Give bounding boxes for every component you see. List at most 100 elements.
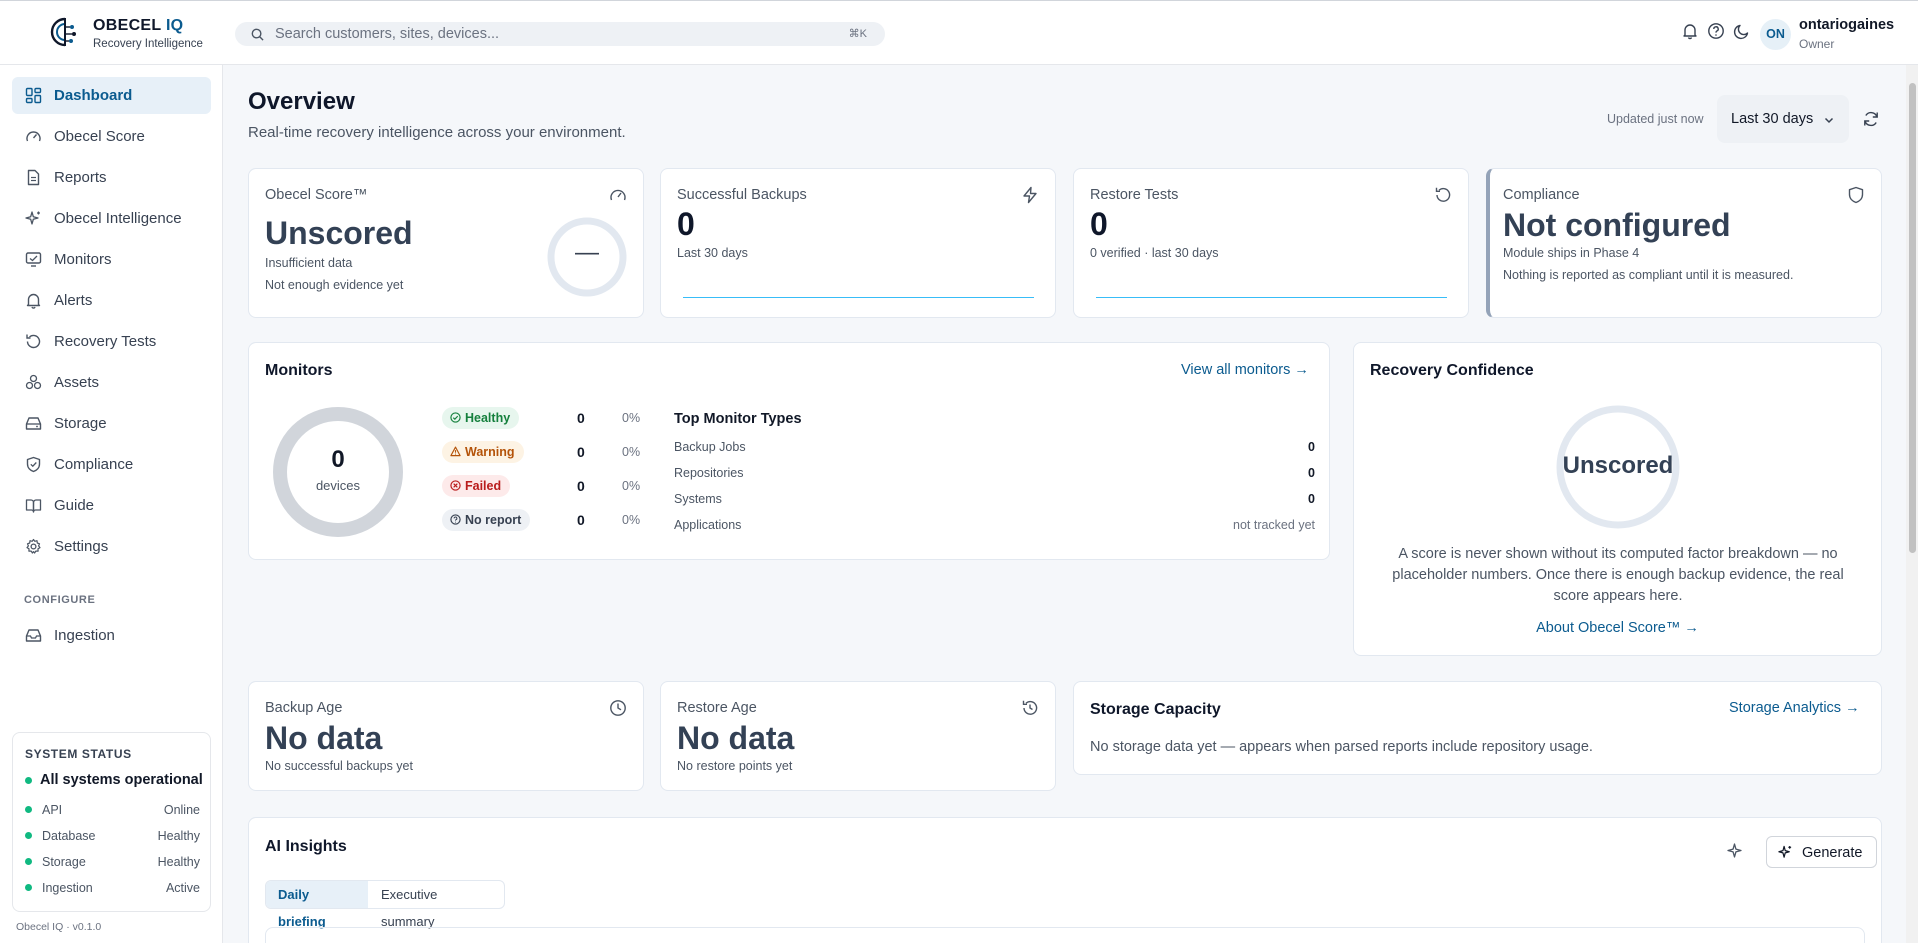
brand-subtitle: Recovery Intelligence <box>93 38 203 50</box>
check-circle-icon <box>450 412 461 423</box>
sidebar-item-label: Obecel Intelligence <box>54 210 182 227</box>
restore-age-sub: No restore points yet <box>677 759 793 773</box>
card-label: Backup Age <box>265 700 343 716</box>
sidebar-section-label: CONFIGURE <box>24 594 96 606</box>
help-icon[interactable] <box>1707 22 1725 40</box>
view-all-monitors-link[interactable]: View all monitors → <box>1181 362 1309 378</box>
status-value: Healthy <box>157 855 200 869</box>
sidebar-item-assets[interactable]: Assets <box>12 364 211 401</box>
sidebar-item-ingestion[interactable]: Ingestion <box>12 617 211 654</box>
devices-total: 0 <box>331 446 345 473</box>
sidebar-item-label: Alerts <box>54 292 93 309</box>
user-name[interactable]: ontariogaines <box>1799 17 1894 33</box>
system-status-main: All systems operational <box>25 772 203 788</box>
bell-icon <box>26 293 41 309</box>
scrollbar-thumb[interactable] <box>1909 83 1916 553</box>
confidence-explainer: A score is never shown without its compu… <box>1392 546 1844 604</box>
sidebar-item-obecel-intelligence[interactable]: Obecel Intelligence <box>12 200 211 237</box>
sidebar-item-label: Compliance <box>54 456 134 473</box>
refresh-icon[interactable] <box>1862 110 1880 128</box>
sparkles-icon <box>25 211 40 225</box>
sidebar-item-label: Recovery Tests <box>54 333 157 350</box>
sidebar-item-reports[interactable]: Reports <box>12 159 211 196</box>
warning-count: 0 <box>577 444 585 460</box>
date-range-value: Last 30 days <box>1731 111 1814 127</box>
page-title: Overview <box>248 88 355 115</box>
user-role: Owner <box>1799 37 1835 51</box>
backup-age-value: No data <box>265 720 383 756</box>
recovery-confidence-panel: Recovery Confidence Unscored A score is … <box>1353 342 1882 656</box>
restore-age-card[interactable]: Restore Age No data No restore points ye… <box>660 681 1056 791</box>
search-input[interactable] <box>275 22 795 46</box>
backups-sparkline <box>683 297 1034 298</box>
status-badge-failed[interactable]: Failed <box>442 475 511 497</box>
sidebar-item-monitors[interactable]: Monitors <box>12 241 211 278</box>
system-status-title: SYSTEM STATUS <box>25 747 132 761</box>
system-status-card: SYSTEM STATUS All systems operational AP… <box>12 732 211 912</box>
successful-backups-card[interactable]: Successful Backups 0 Last 30 days <box>660 168 1056 318</box>
obecel-logo-icon[interactable] <box>50 15 80 49</box>
monitor-type-value: not tracked yet <box>1233 518 1315 532</box>
sidebar-item-dashboard[interactable]: Dashboard <box>12 77 211 114</box>
insights-tabs: Daily briefing Executive summary <box>265 880 505 929</box>
restore-tests-card[interactable]: Restore Tests 0 0 verified · last 30 day… <box>1073 168 1469 318</box>
sidebar-item-guide[interactable]: Guide <box>12 487 211 524</box>
sidebar-item-settings[interactable]: Settings <box>12 528 211 565</box>
warning-pct: 0% <box>622 445 641 459</box>
tab-executive-summary[interactable]: Executive summary <box>369 881 504 929</box>
bell-icon[interactable] <box>1681 22 1699 40</box>
sidebar-item-label: Storage <box>54 415 107 432</box>
sidebar-item-compliance[interactable]: Compliance <box>12 446 211 483</box>
card-label: Obecel Score™ <box>265 187 368 203</box>
help-circle-icon <box>450 514 461 525</box>
storage-empty-text: No storage data yet — appears when parse… <box>1090 739 1593 755</box>
sidebar-item-label: Settings <box>54 538 109 555</box>
brand-accent: IQ <box>165 17 184 34</box>
status-row-ingestion: Ingestion Active <box>25 881 200 895</box>
status-dot-icon <box>25 776 32 784</box>
top-bar: OBECEL IQ Recovery Intelligence ⌘K ON on… <box>0 0 1918 65</box>
sidebar-item-label: Obecel Score <box>54 128 145 145</box>
card-label: Restore Tests <box>1090 187 1179 203</box>
status-row-api: API Online <box>25 803 200 817</box>
status-badge-healthy[interactable]: Healthy <box>442 407 520 429</box>
compliance-card[interactable]: Compliance Not configured Module ships i… <box>1486 168 1882 318</box>
obecel-score-card[interactable]: Obecel Score™ Unscored Insufficient data… <box>248 168 644 318</box>
gauge-icon <box>610 189 626 201</box>
generate-button[interactable]: Generate <box>1766 836 1877 868</box>
boxes-icon <box>25 374 42 390</box>
ai-insights-title: AI Insights <box>265 838 347 855</box>
sidebar-item-label: Ingestion <box>54 627 115 644</box>
sidebar-item-alerts[interactable]: Alerts <box>12 282 211 319</box>
status-badge-no-report[interactable]: No report <box>442 509 531 531</box>
hard-drive-icon <box>25 417 42 430</box>
date-range-select[interactable]: Last 30 days <box>1717 95 1849 143</box>
tab-daily-briefing[interactable]: Daily briefing <box>266 881 368 929</box>
sidebar-item-obecel-score[interactable]: Obecel Score <box>12 118 211 155</box>
backup-age-card[interactable]: Backup Age No data No successful backups… <box>248 681 644 791</box>
brand: OBECEL IQ Recovery Intelligence <box>93 17 203 50</box>
page-subtitle: Real-time recovery intelligence across y… <box>248 124 626 141</box>
moon-icon[interactable] <box>1733 22 1751 40</box>
rotate-icon <box>1435 187 1451 202</box>
sidebar: Dashboard Obecel Score Reports Obecel In… <box>0 65 223 943</box>
shield-check-icon <box>26 456 41 473</box>
failed-pct: 0% <box>622 479 641 493</box>
score-detail: Insufficient data <box>265 256 353 270</box>
zap-icon <box>1023 186 1037 204</box>
updated-timestamp: Updated just now <box>1607 112 1704 126</box>
no-report-pct: 0% <box>622 513 641 527</box>
sidebar-item-recovery-tests[interactable]: Recovery Tests <box>12 323 211 360</box>
insight-content-area <box>265 927 1865 943</box>
monitor-type-row: Repositories 0 <box>674 466 1315 480</box>
search-bar[interactable]: ⌘K <box>235 22 885 46</box>
status-badge-warning[interactable]: Warning <box>442 441 524 463</box>
about-score-link[interactable]: About Obecel Score™ → <box>1354 620 1881 636</box>
search-icon <box>251 28 264 41</box>
confidence-value: Unscored <box>1562 452 1674 479</box>
monitor-type-value: 0 <box>1308 440 1315 454</box>
sidebar-item-storage[interactable]: Storage <box>12 405 211 442</box>
storage-analytics-link[interactable]: Storage Analytics → <box>1729 700 1860 716</box>
storage-capacity-panel: Storage Capacity Storage Analytics → No … <box>1073 681 1882 775</box>
avatar[interactable]: ON <box>1760 19 1791 50</box>
